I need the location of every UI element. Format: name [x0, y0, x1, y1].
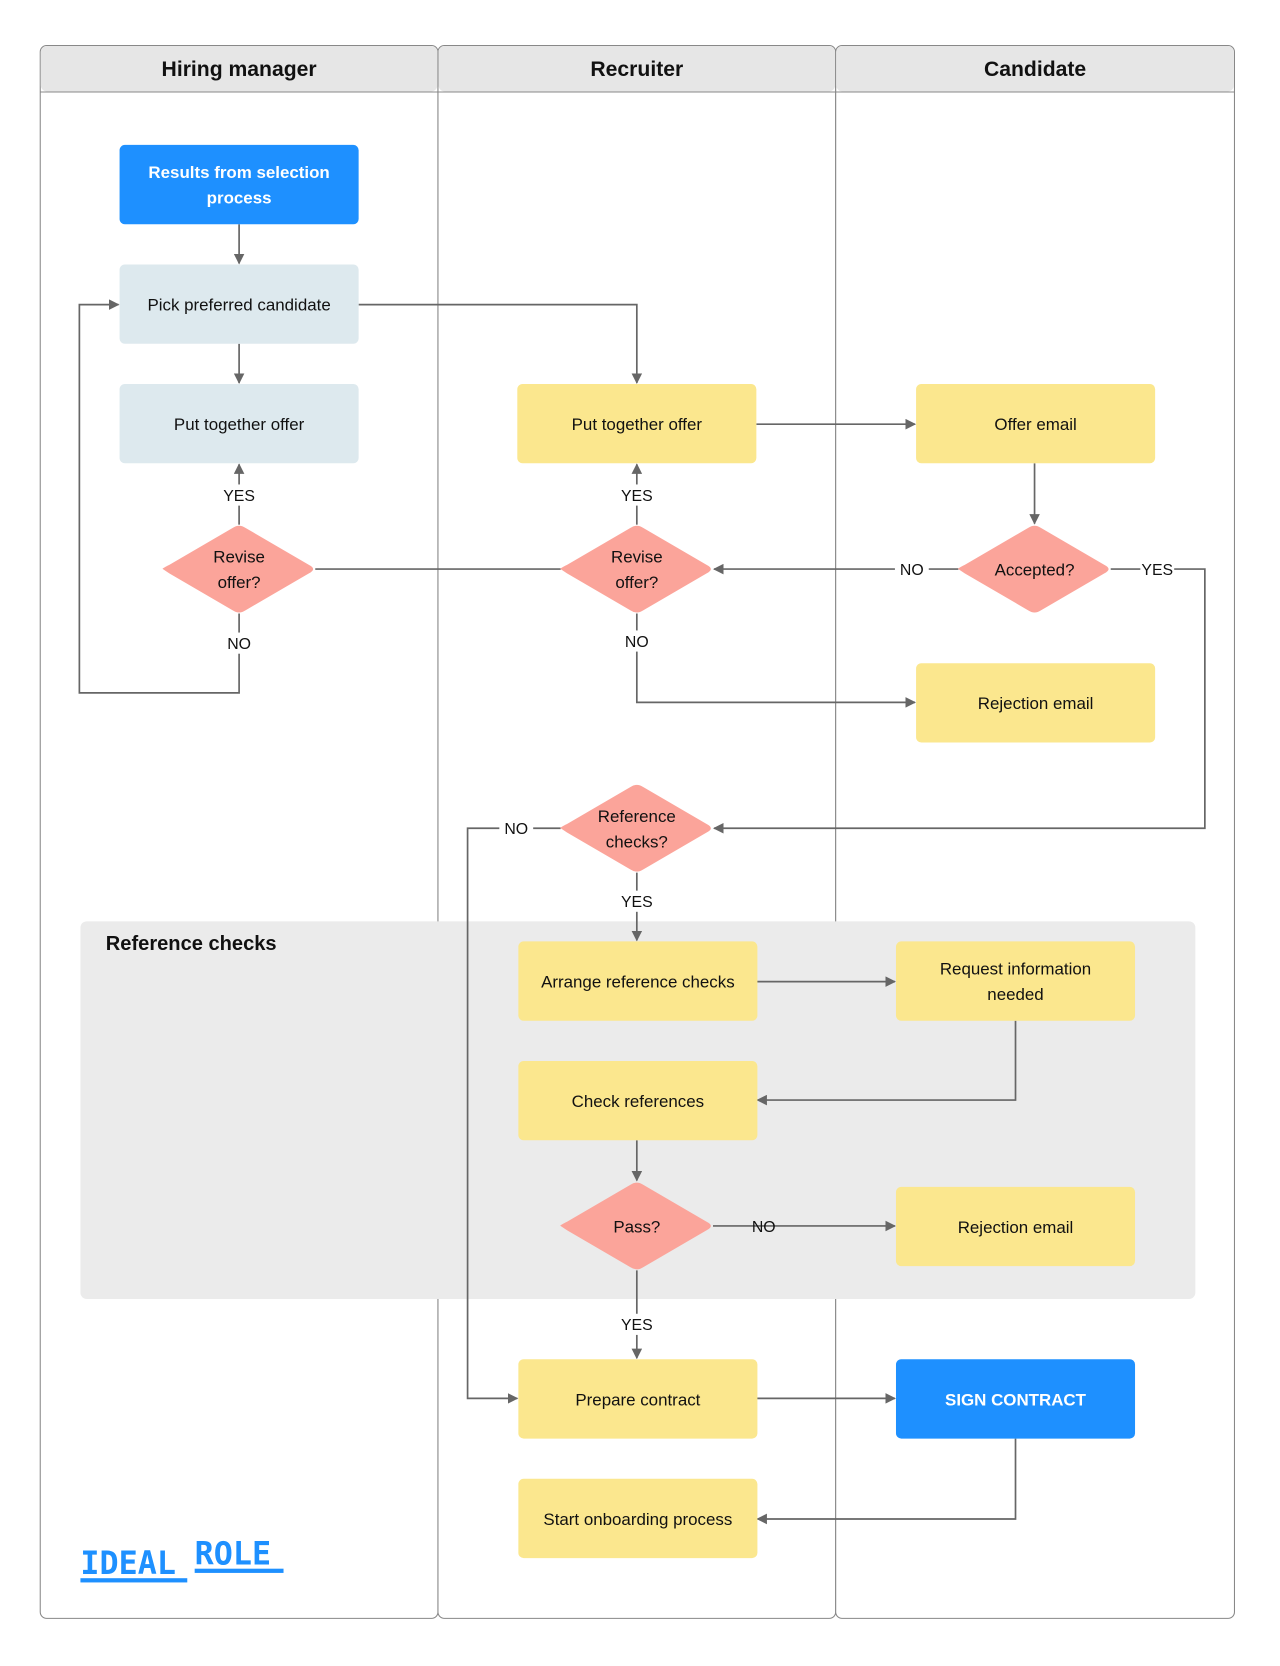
node-box: [895, 941, 1136, 1021]
edge-label-yes: YES: [619, 484, 654, 506]
node-request[interactable]: Request information needed: [895, 941, 1136, 1021]
node-label: Put together offer: [572, 415, 703, 434]
edge-label-no: NO: [894, 558, 929, 580]
svg-text:NO: NO: [504, 821, 528, 838]
edge-label-no: NO: [752, 1219, 776, 1236]
node-offer-email[interactable]: Offer email: [916, 383, 1156, 464]
node-prepare[interactable]: Prepare contract: [518, 1359, 758, 1439]
node-label: Accepted?: [995, 560, 1075, 579]
svg-text:IDEAL: IDEAL: [80, 1546, 175, 1582]
node-rejection1[interactable]: Rejection email: [916, 663, 1156, 743]
svg-text:YES: YES: [1141, 562, 1173, 579]
lane-title: Candidate: [984, 58, 1086, 81]
node-label: Put together offer: [174, 415, 305, 434]
node-label: Pick preferred candidate: [147, 295, 330, 314]
lane-title: Hiring manager: [162, 58, 317, 81]
node-rec-offer[interactable]: Put together offer: [517, 383, 757, 464]
node-label: Offer email: [994, 415, 1076, 434]
node-label: Prepare contract: [575, 1390, 700, 1409]
svg-text:YES: YES: [621, 1317, 653, 1334]
node-box: [119, 144, 359, 225]
group-title: Reference checks: [106, 933, 277, 955]
node-label: needed: [987, 985, 1043, 1004]
svg-text:ROLE: ROLE: [195, 1536, 271, 1572]
svg-text:NO: NO: [900, 562, 924, 579]
node-label: Rejection email: [978, 694, 1094, 713]
svg-text:YES: YES: [621, 488, 653, 505]
svg-text:YES: YES: [223, 488, 255, 505]
node-check[interactable]: Check references: [518, 1060, 758, 1141]
node-label: offer?: [615, 573, 658, 592]
svg-text:NO: NO: [752, 1219, 776, 1236]
node-pick[interactable]: Pick preferred candidate: [119, 264, 359, 344]
node-label: Results from selection: [148, 163, 329, 182]
node-sign[interactable]: SIGN CONTRACT: [895, 1359, 1136, 1439]
svg-text:YES: YES: [621, 894, 653, 911]
node-label: Start onboarding process: [543, 1510, 732, 1529]
node-label: Reference: [598, 807, 676, 826]
node-label: Check references: [572, 1092, 705, 1111]
swimlane-diagram: Hiring manager Recruiter Candidate Referen…: [39, 44, 1235, 1619]
edge-label-no: NO: [499, 817, 534, 839]
node-label: checks?: [606, 832, 668, 851]
svg-text:NO: NO: [625, 634, 649, 651]
edge-label-yes: YES: [222, 484, 257, 506]
edge-label-no: NO: [619, 630, 654, 652]
node-hm-offer[interactable]: Put together offer: [119, 383, 359, 464]
node-arrange[interactable]: Arrange reference checks: [518, 941, 758, 1021]
node-label: Revise: [213, 548, 265, 567]
svg-text:NO: NO: [227, 636, 251, 653]
node-label: Arrange reference checks: [541, 972, 735, 991]
node-label: process: [207, 189, 272, 208]
node-label: Revise: [611, 548, 663, 567]
edge-label-yes: YES: [1140, 558, 1175, 580]
edge-label-yes: YES: [619, 1313, 654, 1335]
lane-title: Recruiter: [590, 58, 683, 81]
edge-label-no: NO: [222, 632, 257, 654]
node-label: SIGN CONTRACT: [945, 1390, 1087, 1409]
node-results[interactable]: Results from selection process: [119, 144, 359, 225]
edge-label-yes: YES: [619, 890, 654, 912]
node-onboarding[interactable]: Start onboarding process: [518, 1478, 758, 1559]
node-label: Rejection email: [958, 1218, 1074, 1237]
node-rejection2[interactable]: Rejection email: [895, 1186, 1136, 1267]
node-label: Pass?: [613, 1217, 660, 1236]
node-label: offer?: [218, 573, 261, 592]
node-label: Request information: [940, 960, 1091, 979]
